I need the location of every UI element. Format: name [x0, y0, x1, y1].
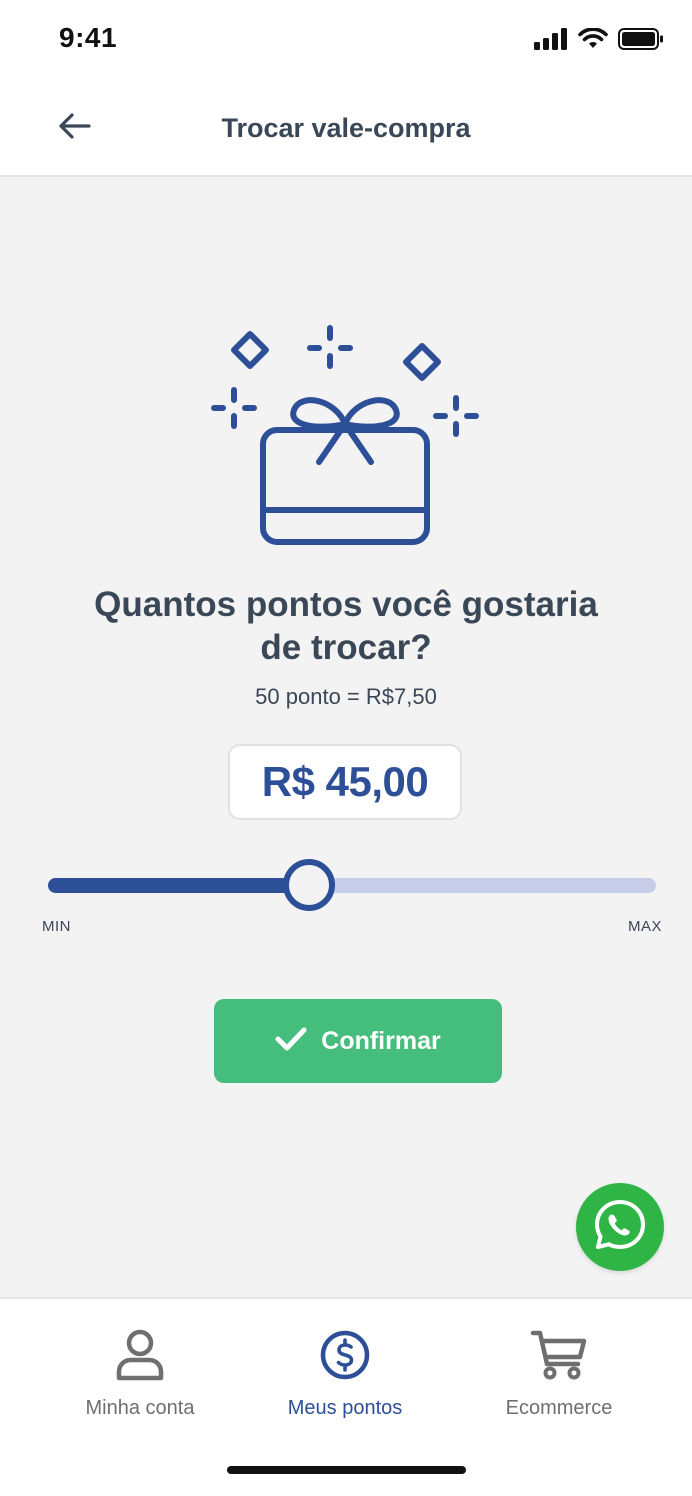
amount-display: R$ 45,00: [228, 744, 462, 820]
status-icons: [534, 27, 664, 55]
battery-icon: [618, 28, 664, 55]
conversion-rate: 50 ponto = R$7,50: [255, 684, 437, 709]
whatsapp-icon: [591, 1196, 649, 1259]
user-icon: [110, 1325, 170, 1385]
top-bar: 9:41 Trocar vale-compra: [0, 0, 692, 177]
nav-label-ecommerce: Ecommerce: [505, 1397, 613, 1419]
status-time: 9:41: [59, 22, 118, 53]
whatsapp-button[interactable]: [576, 1183, 664, 1271]
points-slider[interactable]: [48, 858, 656, 914]
nav-item-minha-conta[interactable]: Minha conta: [40, 1325, 240, 1420]
dollar-circle-icon: [315, 1325, 375, 1385]
bottom-navigation: Minha conta Meus pontos Ecommerce: [0, 1297, 692, 1496]
signal-icon: [534, 28, 568, 55]
wifi-icon: [578, 27, 608, 55]
confirm-label: Confirmar: [321, 1026, 441, 1055]
question-heading: Quantos pontos você gostaria de trocar?: [94, 585, 598, 667]
confirm-button[interactable]: Confirmar: [214, 999, 502, 1083]
slider-thumb[interactable]: [283, 859, 335, 911]
home-indicator: [227, 1466, 466, 1474]
slider-max-label: MAX: [627, 918, 662, 935]
nav-item-ecommerce[interactable]: Ecommerce: [459, 1325, 659, 1420]
nav-label-meus-pontos: Meus pontos: [287, 1397, 403, 1419]
page-title: Trocar vale-compra: [221, 113, 471, 143]
cart-icon: [529, 1325, 589, 1385]
slider-fill: [48, 878, 309, 893]
gift-card-icon: [206, 320, 486, 560]
exchange-voucher-screen: 9:41 Trocar vale-compra Quantos pontos v…: [0, 0, 692, 1496]
slider-min-label: MIN: [42, 918, 71, 935]
check-icon: [275, 1026, 307, 1057]
nav-item-meus-pontos[interactable]: Meus pontos: [245, 1325, 445, 1420]
amount-value: R$ 45,00: [261, 758, 429, 805]
nav-label-minha-conta: Minha conta: [85, 1397, 195, 1419]
